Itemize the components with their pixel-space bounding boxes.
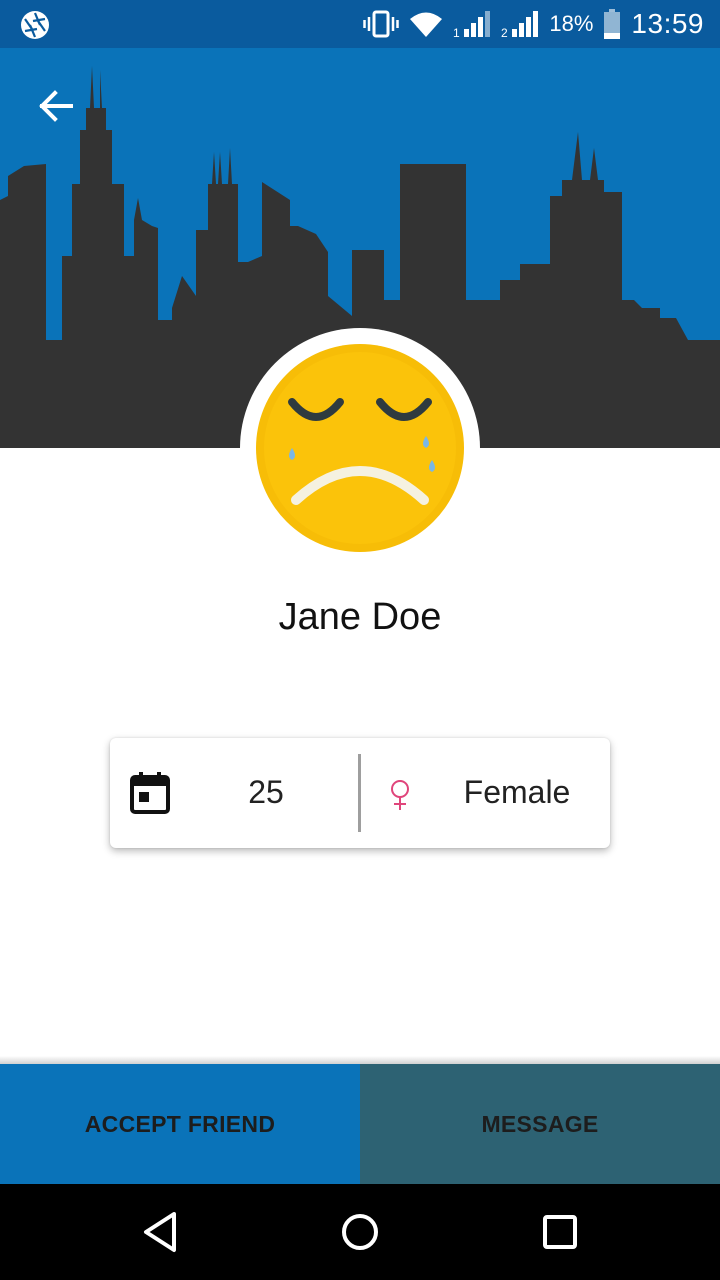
accept-friend-button[interactable]: ACCEPT FRIEND bbox=[0, 1064, 360, 1184]
buttons-shadow bbox=[0, 1056, 720, 1064]
nav-home-icon[interactable] bbox=[336, 1208, 384, 1256]
back-button[interactable] bbox=[30, 84, 82, 128]
gender-value: Female bbox=[463, 774, 571, 810]
clock: 13:59 bbox=[631, 8, 704, 39]
sim2-label: 2 bbox=[501, 26, 508, 39]
camera-aperture-icon bbox=[21, 11, 49, 39]
signal-sim2-icon: 2 bbox=[501, 9, 539, 39]
nav-recents-icon[interactable] bbox=[536, 1208, 584, 1256]
status-icons: 1 2 18% 13:59 bbox=[363, 0, 704, 48]
vibrate-icon bbox=[363, 10, 400, 38]
card-divider bbox=[358, 754, 361, 832]
status-bar: 1 2 18% 13:59 bbox=[0, 0, 720, 48]
battery-percent: 18% bbox=[549, 11, 594, 36]
profile-info-card: 25 Female bbox=[110, 738, 610, 848]
sim1-label: 1 bbox=[453, 26, 460, 39]
nav-back-icon[interactable] bbox=[136, 1208, 184, 1256]
avatar bbox=[240, 328, 480, 568]
user-name: Jane Doe bbox=[278, 596, 442, 638]
female-symbol-icon bbox=[391, 780, 409, 810]
age-value: 25 bbox=[248, 774, 284, 810]
calendar-icon bbox=[130, 772, 170, 814]
wifi-icon bbox=[409, 10, 443, 38]
battery-icon bbox=[603, 9, 621, 39]
arrow-left-icon bbox=[39, 90, 73, 122]
system-nav-bar bbox=[0, 1184, 720, 1280]
age-section: 25 bbox=[110, 738, 358, 848]
crying-face-emoji bbox=[256, 344, 464, 552]
signal-sim1-icon: 1 bbox=[453, 9, 491, 39]
message-button[interactable]: MESSAGE bbox=[360, 1064, 720, 1184]
